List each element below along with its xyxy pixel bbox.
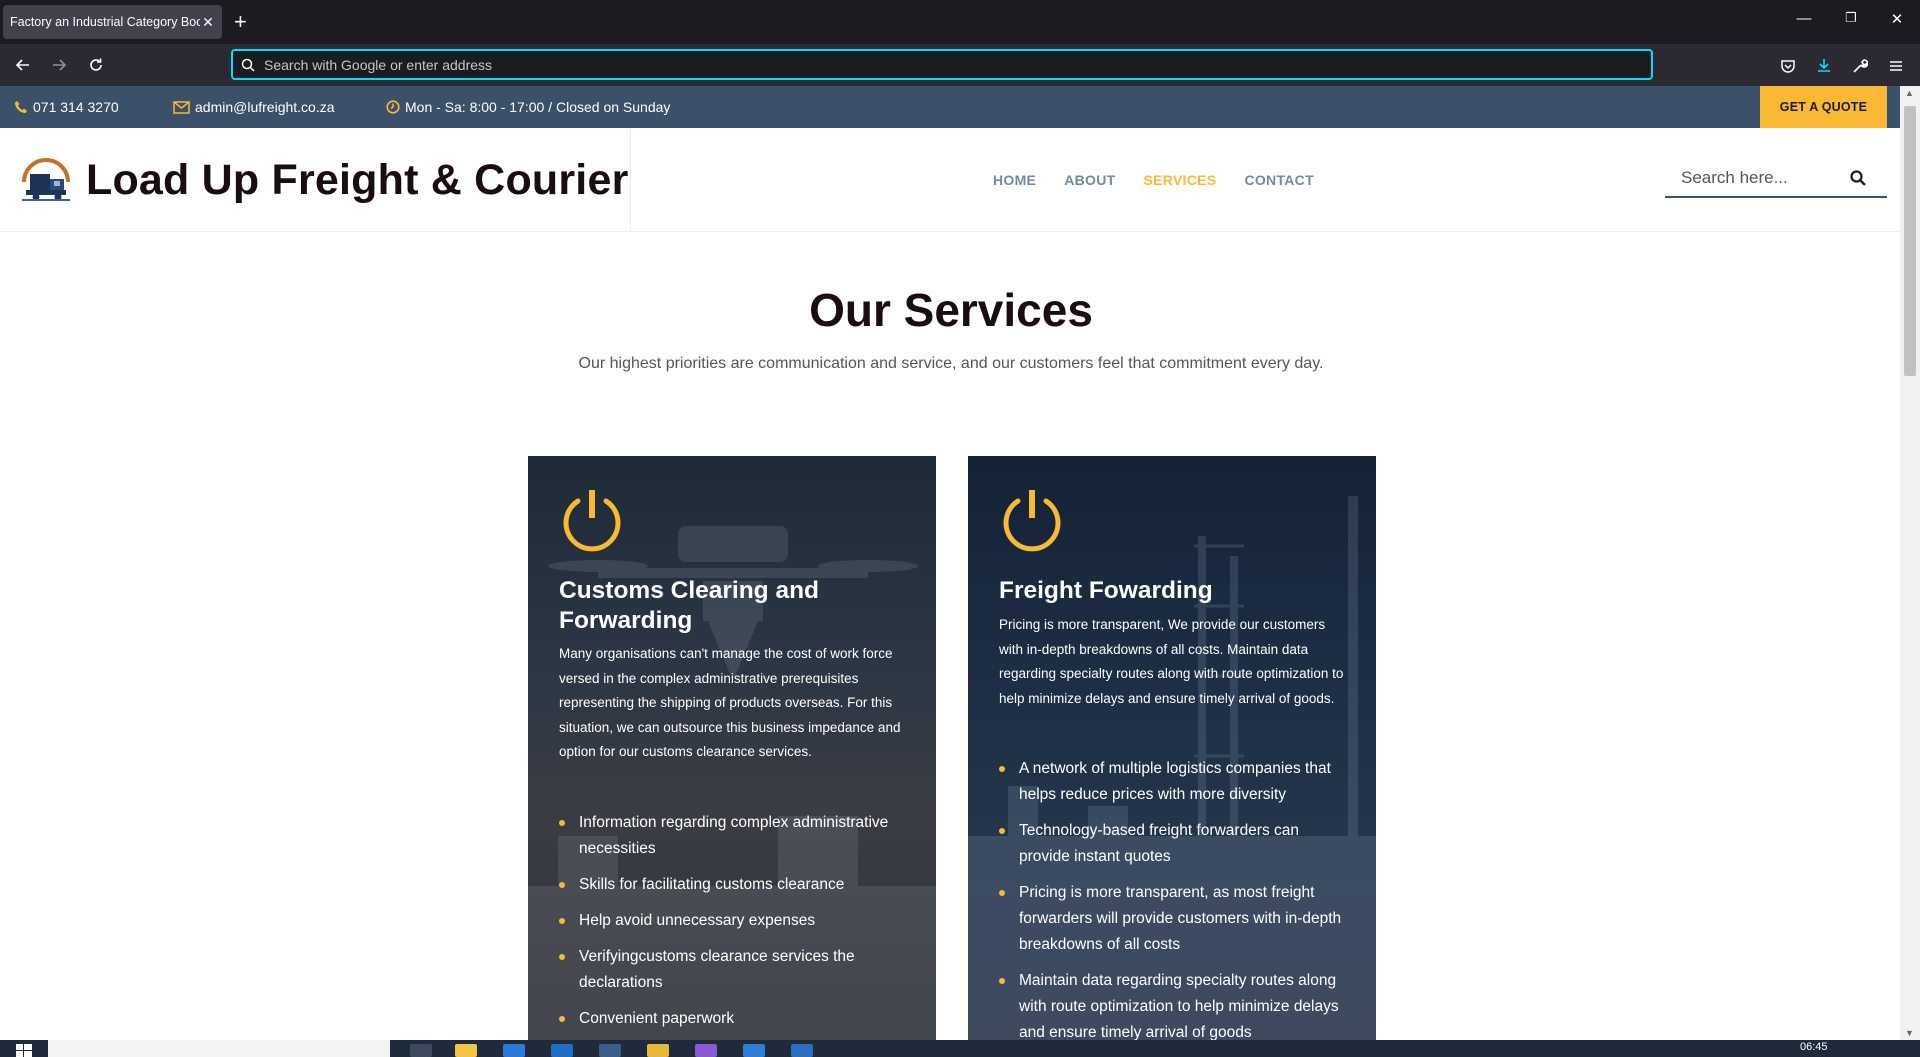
reload-icon <box>90 58 102 71</box>
page-title: Our Services <box>809 284 1093 336</box>
menu-button[interactable] <box>1885 55 1907 77</box>
page-subtitle: Our highest priorities are communication… <box>578 355 1324 372</box>
email-info[interactable]: admin@lufreight.co.za <box>173 86 335 128</box>
edge-icon[interactable] <box>551 1044 573 1057</box>
clock-icon <box>386 100 400 114</box>
new-tab-button[interactable]: + <box>234 9 247 35</box>
phone-number: 071 314 3270 <box>33 99 119 115</box>
arrow-right-icon <box>53 59 67 71</box>
app-icon[interactable] <box>791 1044 813 1057</box>
back-button[interactable] <box>9 53 37 77</box>
browser-nav-bar <box>0 44 1920 86</box>
download-icon <box>1818 59 1830 72</box>
nav-contact[interactable]: CONTACT <box>1244 172 1314 188</box>
url-bar[interactable] <box>231 49 1653 80</box>
service-card-customs: Customs Clearing and Forwarding Many org… <box>528 456 936 1046</box>
site-header: Load Up Freight & Courier HOME ABOUT SER… <box>0 128 1900 232</box>
power-icon <box>1003 490 1061 552</box>
list-item: A network of multiple logistics companie… <box>999 756 1344 808</box>
minimize-button[interactable]: — <box>1789 10 1819 27</box>
card-feature-list: Information regarding complex administra… <box>559 810 904 1042</box>
app-icon[interactable] <box>647 1044 669 1057</box>
hamburger-menu-icon <box>1890 61 1902 71</box>
firefox-active-icon[interactable] <box>599 1044 621 1057</box>
forward-button[interactable] <box>45 53 73 77</box>
tab-close-icon[interactable]: ✕ <box>200 14 216 31</box>
app-icon[interactable] <box>743 1044 765 1057</box>
os-taskbar: 06:45 <box>0 1040 1920 1057</box>
page-scrollbar[interactable]: ▲ ▼ <box>1900 86 1920 1040</box>
list-item: Maintain data regarding specialty routes… <box>999 968 1344 1046</box>
list-item: Technology-based freight forwarders can … <box>999 818 1344 870</box>
card-title: Freight Fowarding <box>999 577 1213 604</box>
power-icon <box>563 490 621 552</box>
scroll-up-arrow-icon[interactable]: ▲ <box>1905 88 1914 98</box>
taskbar-clock[interactable]: 06:45 <box>1800 1041 1828 1053</box>
pocket-icon <box>1781 60 1795 73</box>
brand[interactable]: Load Up Freight & Courier <box>0 128 631 232</box>
store-icon[interactable] <box>503 1044 525 1057</box>
arrow-left-icon <box>15 59 29 71</box>
card-description: Pricing is more transparent, We provide … <box>999 617 1344 706</box>
extensions-button[interactable] <box>1849 55 1871 77</box>
contact-info-bar: 071 314 3270 admin@lufreight.co.za Mon -… <box>0 86 1900 128</box>
downloads-button[interactable] <box>1813 55 1835 77</box>
truck-logo-icon <box>22 158 70 201</box>
close-window-button[interactable]: ✕ <box>1882 10 1912 28</box>
service-card-freight: Freight Fowarding Pricing is more transp… <box>968 456 1376 1046</box>
browser-tab-bar: Factory an Industrial Category Bootstrap… <box>0 0 1920 44</box>
list-item: Pricing is more transparent, as most fre… <box>999 880 1344 958</box>
taskbar-search-box[interactable] <box>48 1040 390 1057</box>
envelope-icon <box>173 100 190 114</box>
nav-services[interactable]: SERVICES <box>1143 172 1216 188</box>
task-view-icon[interactable] <box>410 1044 432 1057</box>
pocket-button[interactable] <box>1777 55 1799 77</box>
list-item: Skills for facilitating customs clearanc… <box>559 872 904 898</box>
phone-icon <box>15 101 27 113</box>
visual-studio-icon[interactable] <box>695 1044 717 1057</box>
phone-info[interactable]: 071 314 3270 <box>14 86 119 128</box>
nav-home[interactable]: HOME <box>993 172 1036 188</box>
search-icon <box>241 58 255 72</box>
email-address: admin@lufreight.co.za <box>195 99 335 115</box>
search-icon[interactable] <box>1850 170 1866 186</box>
browser-tab[interactable]: Factory an Industrial Category Bootstrap… <box>3 5 222 39</box>
windows-start-icon[interactable] <box>16 1044 32 1057</box>
list-item: Verifyingcustoms clearance services the … <box>559 944 904 996</box>
wrench-icon <box>1853 59 1868 73</box>
scroll-down-arrow-icon[interactable]: ▼ <box>1905 1028 1914 1038</box>
list-item: Convenient paperwork <box>559 1006 904 1032</box>
list-item: Information regarding complex administra… <box>559 810 904 862</box>
get-a-quote-button[interactable]: GET A QUOTE <box>1760 86 1887 128</box>
card-title: Customs Clearing and Forwarding <box>559 577 820 634</box>
file-explorer-icon[interactable] <box>455 1044 477 1057</box>
scrollbar-thumb[interactable] <box>1904 106 1916 376</box>
card-description: Many organisations can't manage the cost… <box>559 646 901 759</box>
nav-about[interactable]: ABOUT <box>1064 172 1115 188</box>
card-feature-list: A network of multiple logistics companie… <box>999 756 1344 1046</box>
site-name: Load Up Freight & Courier <box>86 155 629 204</box>
restore-button[interactable]: ❐ <box>1836 10 1866 26</box>
list-item: Help avoid unnecessary expenses <box>559 908 904 934</box>
tab-title: Factory an Industrial Category Bootstrap <box>10 15 200 29</box>
site-search-input[interactable] <box>1665 168 1850 188</box>
site-search <box>1665 160 1887 198</box>
hours-info: Mon - Sa: 8:00 - 17:00 / Closed on Sunda… <box>386 86 670 128</box>
reload-button[interactable] <box>82 53 110 77</box>
business-hours: Mon - Sa: 8:00 - 17:00 / Closed on Sunda… <box>405 99 671 115</box>
url-input[interactable] <box>264 56 1564 73</box>
main-nav: HOME ABOUT SERVICES CONTACT <box>993 128 1342 232</box>
